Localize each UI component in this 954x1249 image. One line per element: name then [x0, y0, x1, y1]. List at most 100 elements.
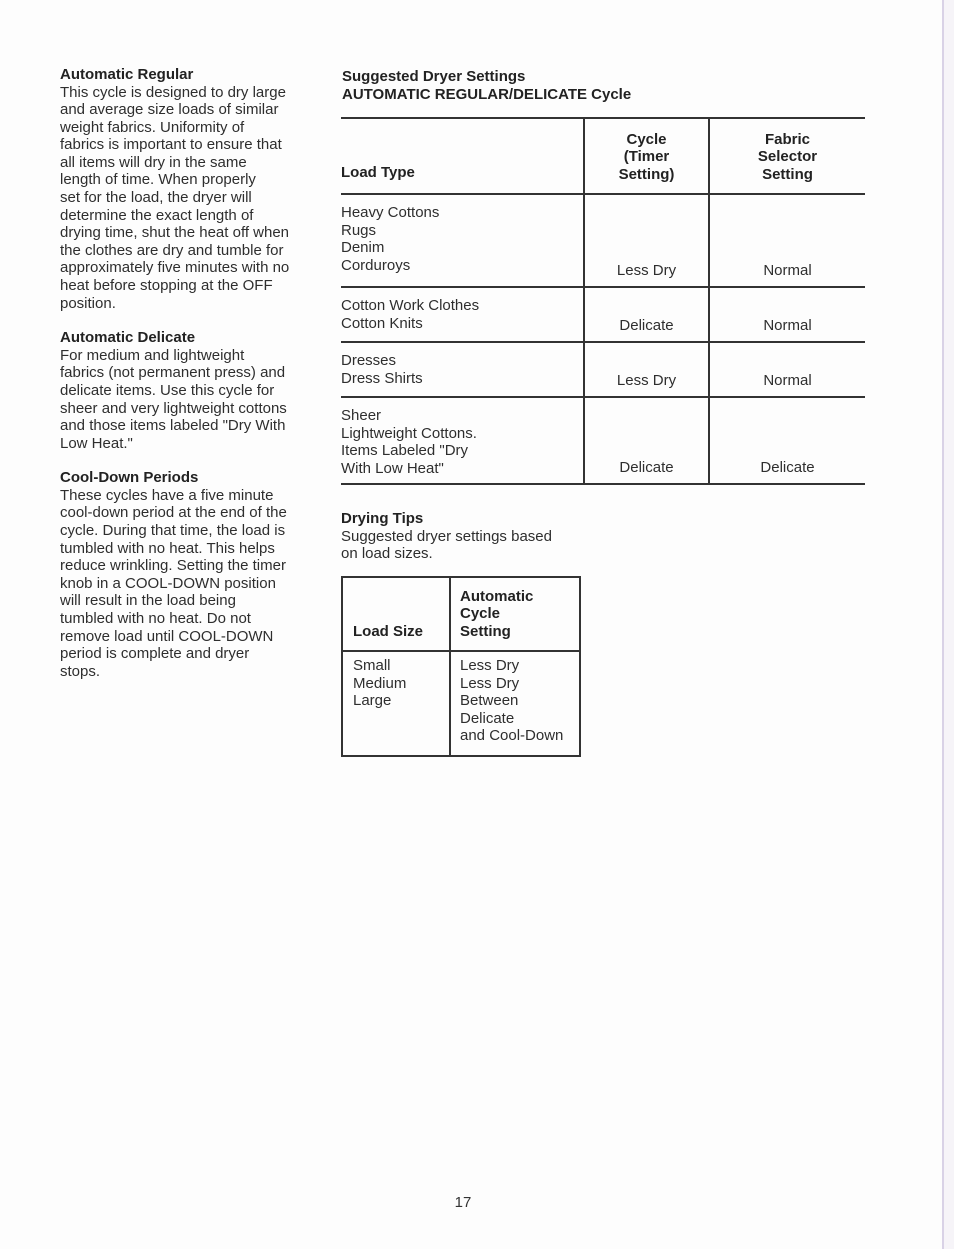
load-type: Rugs: [341, 221, 377, 239]
text-line: These cycles have a five minute: [60, 486, 274, 504]
text-line: remove load until COOL-DOWN: [60, 627, 274, 645]
fabric-cell: Normal: [708, 342, 865, 397]
section-cool-down-periods: Cool-Down Periods These cycles have a fi…: [60, 469, 315, 680]
section-body: These cycles have a five minute cool-dow…: [60, 487, 315, 681]
text-line: knob in a COOL-DOWN position: [60, 574, 276, 592]
section-automatic-delicate: Automatic Delicate For medium and lightw…: [60, 329, 315, 452]
load-type: With Low Heat": [341, 459, 444, 477]
settings-title: Suggested Dryer Settings: [342, 68, 526, 85]
load-size-cell: Small Medium Large: [342, 651, 450, 756]
load-size: Large: [353, 692, 392, 709]
section-title: Automatic Delicate: [60, 329, 196, 347]
cycle-setting: and Cool-Down: [460, 727, 564, 744]
page-edge-line: [942, 0, 944, 1249]
header-load-size: Load Size: [353, 622, 424, 640]
cycle-setting: Delicate: [460, 709, 515, 727]
text-line: cool-down period at the end of the: [60, 504, 287, 522]
header-line: Fabric: [764, 130, 810, 148]
header-line: Setting): [618, 165, 675, 183]
load-type-cell: Cotton Work Clothes Cotton Knits: [341, 287, 584, 342]
table-header-row: Load Type Cycle (Timer Setting) Fabric S…: [341, 118, 865, 194]
drying-tips-title: Drying Tips: [341, 510, 424, 527]
text-line: fabrics is important to ensure that: [60, 136, 282, 154]
load-size: Small: [353, 657, 391, 674]
text-line: weight fabrics. Uniformity of: [60, 118, 245, 136]
table-row: Sheer Lightweight Cottons. Items Labeled…: [341, 397, 865, 484]
load-size-table: Load Size Automatic Cycle Setting Small …: [341, 576, 581, 757]
load-type: Cotton Knits: [341, 314, 423, 332]
settings-heading: Suggested Dryer Settings AUTOMATIC REGUL…: [342, 68, 866, 104]
header-fabric-selector: Fabric Selector Setting: [708, 118, 865, 194]
text-line: tumbled with no heat. This helps: [60, 539, 275, 557]
cycle-cell: Less Dry: [583, 194, 709, 287]
text-line: the clothes are dry and tumble for: [60, 241, 284, 259]
section-title: Cool-Down Periods: [60, 469, 199, 487]
load-type: Heavy Cottons: [341, 204, 440, 221]
load-type: Denim: [341, 239, 385, 256]
load-type-cell: Dresses Dress Shirts: [341, 342, 584, 397]
dryer-settings-table: Load Type Cycle (Timer Setting) Fabric S…: [341, 117, 865, 485]
cycle-cell: Delicate: [583, 397, 709, 484]
text-line: delicate items. Use this cycle for: [60, 381, 275, 399]
section-title: Automatic Regular: [60, 66, 194, 83]
text-line: cycle. During that time, the load is: [60, 521, 286, 539]
text-line: set for the load, the dryer will: [60, 189, 252, 207]
text-line: heat before stopping at the OFF: [60, 277, 273, 295]
header-line: Setting: [762, 165, 813, 183]
cycle-setting: Less Dry: [460, 657, 520, 674]
header-cycle: Cycle (Timer Setting): [583, 118, 709, 194]
table-row: Dresses Dress Shirts Less Dry Normal: [341, 342, 865, 397]
text-line: and average size loads of similar: [60, 101, 279, 119]
load-type: Sheer: [341, 407, 382, 424]
text-line: all items will dry in the same: [60, 153, 247, 171]
fabric-cell: Normal: [708, 287, 865, 342]
settings-subtitle: AUTOMATIC REGULAR/DELICATE Cycle: [342, 86, 632, 103]
table-row: Small Medium Large Less Dry Less Dry Bet…: [342, 651, 580, 756]
table-row: Cotton Work Clothes Cotton Knits Delicat…: [341, 287, 865, 342]
text-line: approximately five minutes with no: [60, 259, 290, 277]
header-line: Cycle: [626, 130, 667, 148]
cycle-setting: Less Dry: [460, 674, 520, 692]
text-line: period is complete and dryer: [60, 645, 250, 663]
text-line: fabrics (not permanent press) and: [60, 364, 286, 382]
table-row: Heavy Cottons Rugs Denim Corduroys Less …: [341, 194, 865, 287]
header-automatic-cycle-setting: Automatic Cycle Setting: [449, 577, 580, 651]
text-line: drying time, shut the heat off when: [60, 224, 290, 242]
load-type: Lightweight Cottons.: [341, 424, 477, 442]
load-type-cell: Sheer Lightweight Cottons. Items Labeled…: [341, 397, 584, 484]
text-line: determine the exact length of: [60, 206, 254, 224]
load-type: Dresses: [341, 352, 397, 369]
header-line: Cycle: [460, 605, 501, 622]
page-edge-shadow: [944, 0, 954, 1249]
section-body: For medium and lightweight fabrics (not …: [60, 347, 315, 453]
header-line: Selector: [757, 148, 818, 165]
text-line: sheer and very lightweight cottons: [60, 399, 287, 417]
header-load-type: Load Type: [341, 163, 415, 181]
load-type: Items Labeled "Dry: [341, 442, 469, 459]
load-type: Cotton Work Clothes: [341, 297, 480, 314]
section-body: This cycle is designed to dry large and …: [60, 84, 315, 313]
page-number: 17: [454, 1194, 472, 1211]
text-line: length of time. When properly: [60, 171, 256, 189]
text-line: stops.: [60, 662, 101, 680]
header-line: Automatic: [460, 587, 534, 605]
left-column: Automatic Regular This cycle is designed…: [60, 66, 315, 697]
drying-tips-subtitle-line: on load sizes.: [341, 545, 433, 562]
text-line: reduce wrinkling. Setting the timer: [60, 557, 286, 575]
fabric-cell: Normal: [708, 194, 865, 287]
cycle-setting-cell: Less Dry Less Dry Between Delicate and C…: [449, 651, 580, 756]
load-type: Corduroys: [341, 256, 411, 274]
text-line: For medium and lightweight: [60, 346, 245, 364]
load-type-cell: Heavy Cottons Rugs Denim Corduroys: [341, 194, 584, 287]
drying-tips-subtitle-line: Suggested dryer settings based: [341, 527, 552, 545]
header-line: (Timer: [623, 148, 670, 165]
section-automatic-regular: Automatic Regular This cycle is designed…: [60, 66, 315, 312]
table-header-row: Load Size Automatic Cycle Setting: [342, 577, 580, 651]
text-line: This cycle is designed to dry large: [60, 83, 286, 101]
fabric-cell: Delicate: [708, 397, 865, 484]
text-line: and those items labeled "Dry With: [60, 417, 286, 435]
load-type: Dress Shirts: [341, 369, 423, 387]
text-line: tumbled with no heat. Do not: [60, 609, 251, 627]
text-line: will result in the load being: [60, 592, 236, 610]
cycle-cell: Less Dry: [583, 342, 709, 397]
